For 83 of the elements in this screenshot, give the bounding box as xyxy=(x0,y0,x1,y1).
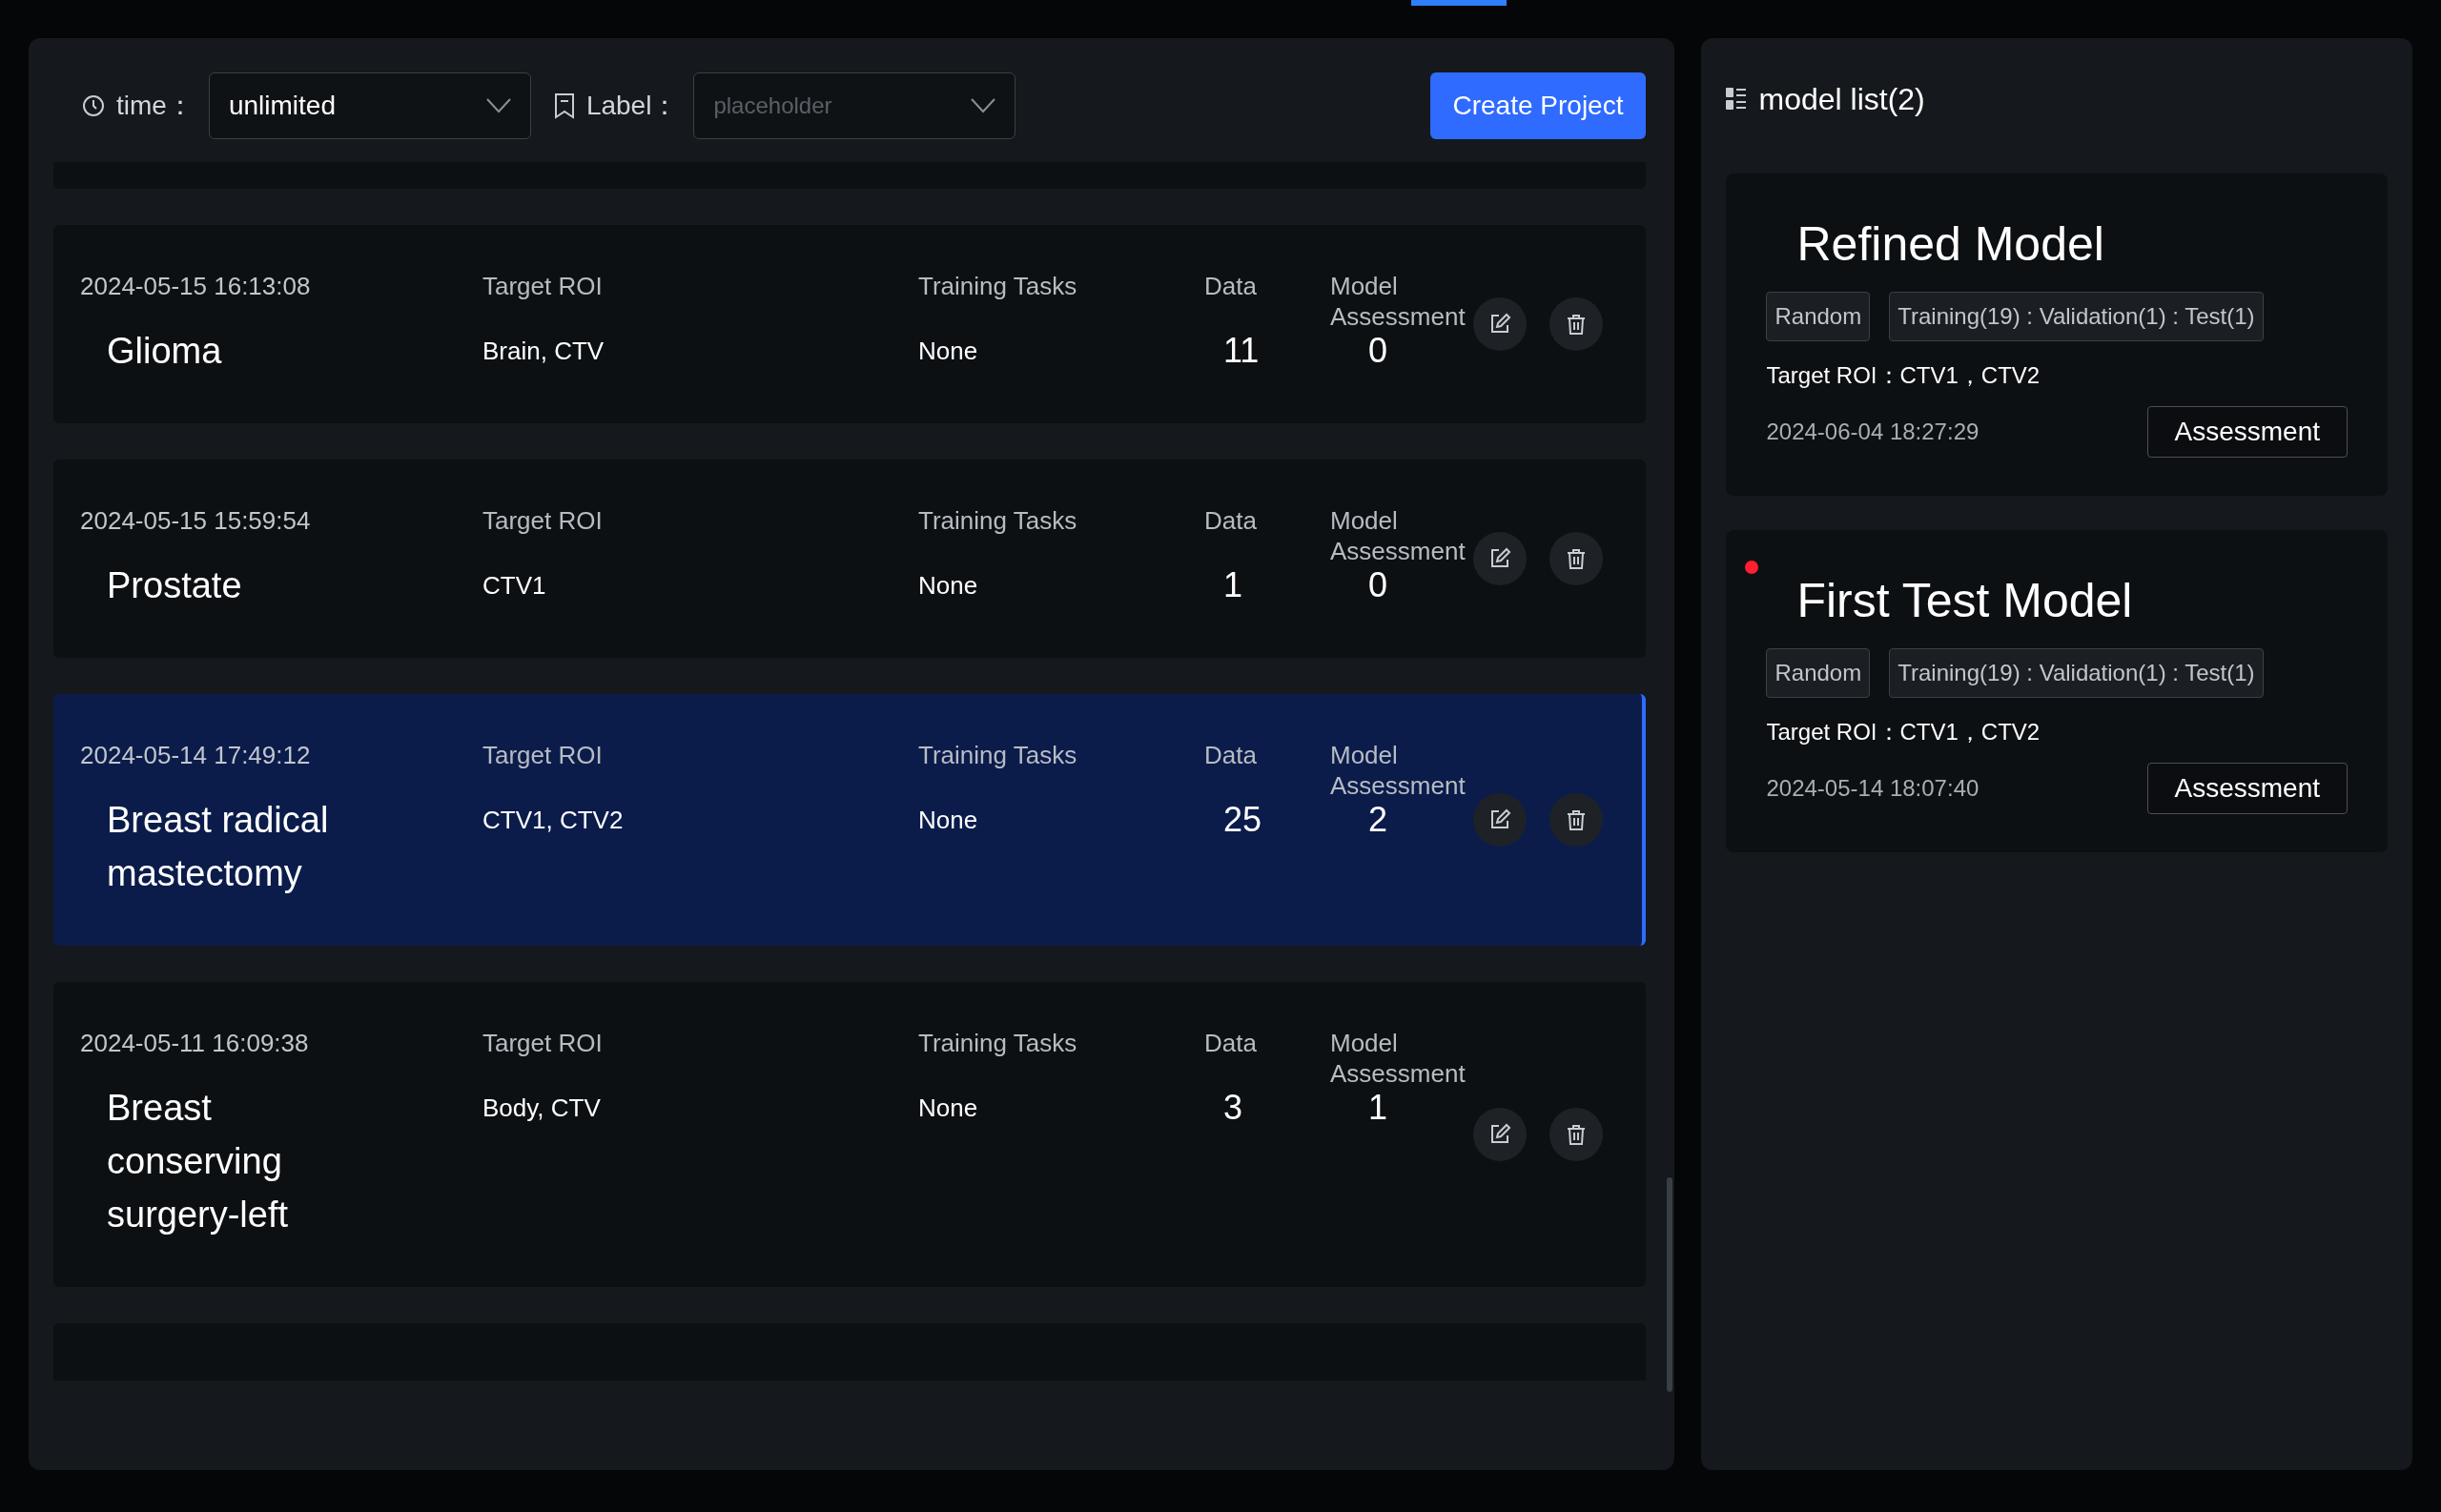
column-label: Model Assessment xyxy=(1330,505,1464,566)
column-value: 11 xyxy=(1222,332,1261,370)
column-label: Data xyxy=(1204,505,1258,536)
column-value: 25 xyxy=(1222,801,1263,839)
tag: Training(19) : Validation(1) : Test(1) xyxy=(1889,292,2264,341)
project-date: 2024-05-15 16:13:08 xyxy=(80,271,312,301)
project-name: Glioma xyxy=(107,330,223,373)
project-name: Breast radical mastectomy xyxy=(107,799,330,895)
column-label: Model Assessment xyxy=(1330,740,1464,801)
project-row[interactable]: 2024-05-15 16:13:08 Glioma Target ROI Brain, CTV Training Tasks None Data 11 Model Assessment 0 xyxy=(53,225,1647,423)
edit-button[interactable] xyxy=(1473,297,1527,351)
column-label: Target ROI xyxy=(482,1028,604,1058)
column-label: Data xyxy=(1204,740,1258,770)
column-value: 1 xyxy=(1222,566,1244,604)
column-label: Target ROI xyxy=(482,505,604,536)
column-label: Model Assessment xyxy=(1330,1028,1464,1089)
edit-button[interactable] xyxy=(1473,793,1527,847)
project-name: Breast conserving surgery-left xyxy=(107,1087,290,1236)
project-name: Prostate xyxy=(107,564,243,607)
model-name: First Test Model xyxy=(1796,573,2134,629)
time-select[interactable]: unlimited xyxy=(208,72,531,139)
panel-title: model list(2) xyxy=(1758,81,1925,118)
bookmark-icon xyxy=(553,92,575,119)
filter-label: time： xyxy=(116,90,194,122)
column-label: Data xyxy=(1204,1028,1258,1058)
column-value: None xyxy=(918,1093,979,1123)
project-row[interactable]: 2024-05-14 17:49:12 Breast radical mastectomy Target ROI CTV1, CTV2 Training Tasks None Data 25 Model Assessment 2 xyxy=(53,694,1647,946)
model-date: 2024-06-04 18:27:29 xyxy=(1766,418,1979,446)
column-value: None xyxy=(918,336,979,366)
column-value: 0 xyxy=(1367,566,1389,604)
column-label: Training Tasks xyxy=(918,271,1078,301)
edit-icon xyxy=(1488,1123,1511,1146)
column-value: 1 xyxy=(1367,1089,1389,1127)
filter-label: Label： xyxy=(585,90,679,122)
column-label: Training Tasks xyxy=(918,505,1078,536)
tag: Training(19) : Validation(1) : Test(1) xyxy=(1889,648,2264,698)
column-value: CTV1 xyxy=(482,570,547,601)
edit-icon xyxy=(1488,808,1511,831)
delete-button[interactable] xyxy=(1549,793,1603,847)
assessment-button[interactable]: Assessment xyxy=(2146,763,2348,814)
project-date: 2024-05-14 17:49:12 xyxy=(80,740,312,770)
project-row[interactable]: 2024-05-11 16:09:38 Breast conserving surgery-left Target ROI Body, CTV Training Tasks None Data 3 Model Assessment 1 xyxy=(53,982,1647,1287)
delete-button[interactable] xyxy=(1549,1108,1603,1161)
chevron-down-icon xyxy=(485,98,511,113)
column-value: 0 xyxy=(1367,332,1389,370)
edit-icon xyxy=(1488,313,1511,336)
column-value: CTV1, CTV2 xyxy=(482,805,625,835)
trash-icon xyxy=(1565,1123,1588,1146)
column-value: 2 xyxy=(1367,801,1389,839)
clock-icon xyxy=(82,94,105,117)
list-icon xyxy=(1726,87,1748,112)
tag: Random xyxy=(1766,292,1871,341)
edit-icon xyxy=(1488,547,1511,570)
edit-button[interactable] xyxy=(1473,532,1527,585)
column-label: Training Tasks xyxy=(918,740,1078,770)
assessment-button[interactable]: Assessment xyxy=(2146,406,2348,458)
project-row[interactable]: 2024-05-15 15:59:54 Prostate Target ROI CTV1 Training Tasks None Data 1 Model Assessment 0 xyxy=(53,460,1647,658)
column-label: Target ROI xyxy=(482,271,604,301)
column-value: None xyxy=(918,570,979,601)
column-value: 3 xyxy=(1222,1089,1244,1127)
edit-button[interactable] xyxy=(1473,1108,1527,1161)
target-roi-text: Target ROI：CTV1，CTV2 xyxy=(1766,718,2041,746)
column-label: Target ROI xyxy=(482,740,604,770)
scrollbar[interactable] xyxy=(1667,1177,1673,1392)
column-label: Model Assessment xyxy=(1330,271,1464,332)
trash-icon xyxy=(1565,313,1588,336)
column-value: Body, CTV xyxy=(482,1093,602,1123)
column-value: Brain, CTV xyxy=(482,336,605,366)
tag: Random xyxy=(1766,648,1871,698)
chevron-down-icon xyxy=(971,98,996,113)
target-roi-text: Target ROI：CTV1，CTV2 xyxy=(1766,361,2041,390)
trash-icon xyxy=(1565,547,1588,570)
column-label: Training Tasks xyxy=(918,1028,1078,1058)
delete-button[interactable] xyxy=(1549,297,1603,351)
project-date: 2024-05-15 15:59:54 xyxy=(80,505,312,536)
model-date: 2024-05-14 18:07:40 xyxy=(1766,774,1979,803)
column-value: None xyxy=(918,805,979,835)
column-label: Data xyxy=(1204,271,1258,301)
model-name: Refined Model xyxy=(1796,216,2105,273)
delete-button[interactable] xyxy=(1549,532,1603,585)
project-date: 2024-05-11 16:09:38 xyxy=(80,1028,310,1058)
create-project-button[interactable]: Create Project xyxy=(1429,72,1647,139)
trash-icon xyxy=(1565,808,1588,831)
